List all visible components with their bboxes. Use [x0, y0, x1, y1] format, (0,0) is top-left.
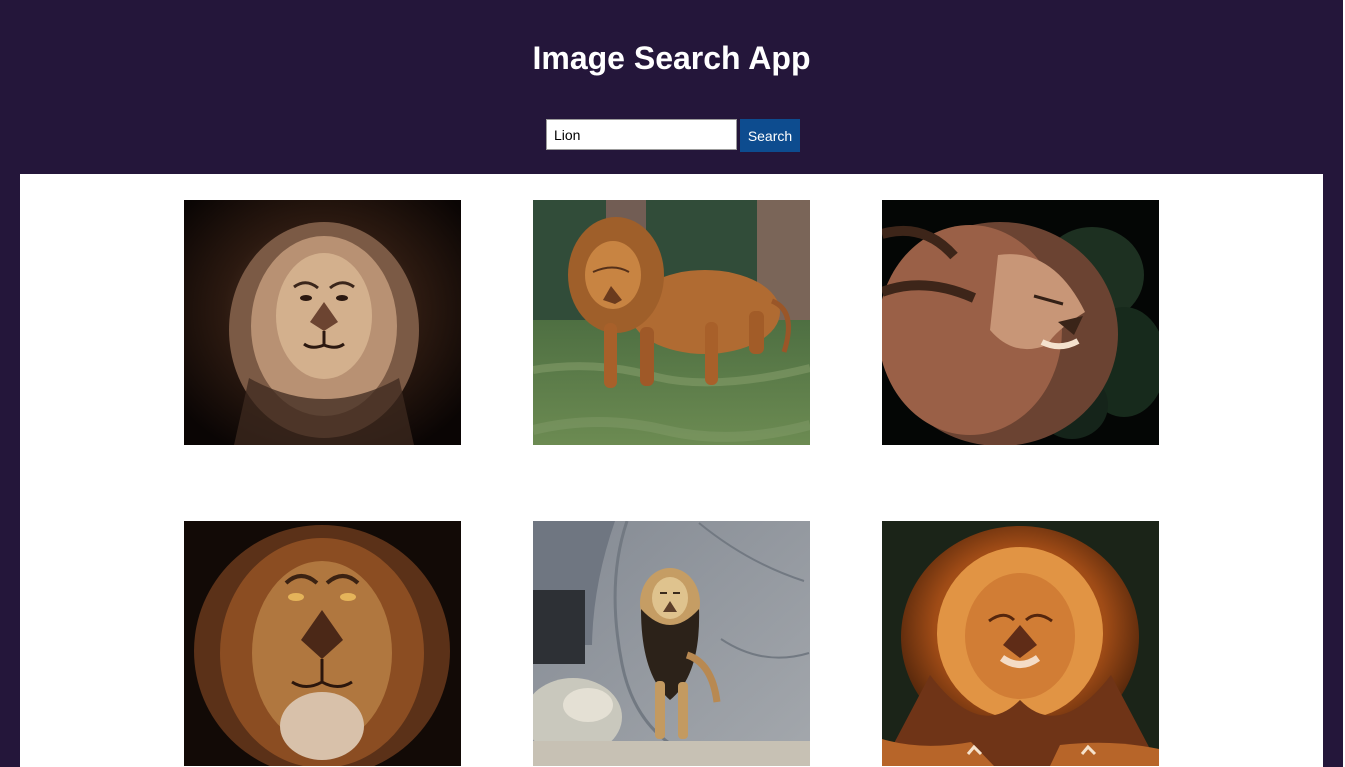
lion-photo-icon [533, 200, 810, 445]
lion-photo-icon [184, 521, 461, 766]
lion-photo-icon [533, 521, 810, 766]
image-results-grid [184, 200, 1159, 766]
page-title: Image Search App [532, 40, 811, 76]
result-image-card[interactable] [184, 200, 461, 445]
lion-photo-icon [184, 200, 461, 445]
search-button[interactable]: Search [740, 119, 800, 152]
lion-photo-icon [882, 200, 1159, 445]
image-search-page: Image Search App Search [0, 0, 1345, 767]
result-image-card[interactable] [184, 521, 461, 766]
result-image-card[interactable] [882, 521, 1159, 766]
search-input[interactable] [546, 119, 737, 150]
results-panel [20, 174, 1323, 767]
result-image-card[interactable] [533, 200, 810, 445]
search-form: Search [546, 119, 800, 152]
lion-photo-icon [882, 521, 1159, 766]
result-image-card[interactable] [882, 200, 1159, 445]
result-image-card[interactable] [533, 521, 810, 766]
